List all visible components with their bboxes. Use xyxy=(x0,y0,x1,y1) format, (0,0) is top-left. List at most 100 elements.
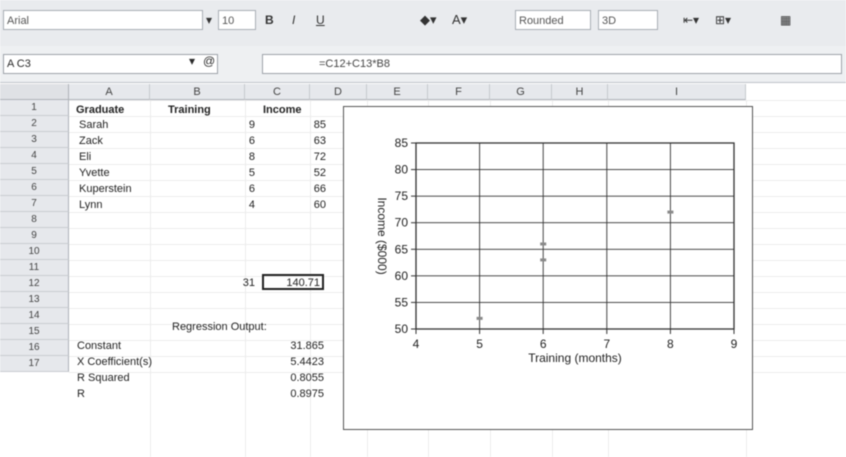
income-cell[interactable]: 72 xyxy=(290,150,326,164)
y-tick-label: 85 xyxy=(395,136,409,150)
graduate-cell[interactable]: Yvette xyxy=(79,166,110,180)
row-header-2[interactable]: 2 xyxy=(0,116,69,132)
formatting-toolbar: Arial ▾ 10 B I U ◆▾ A▾ Rounded 3D ⇤▾ ⊞▾ … xyxy=(0,0,846,47)
namebox-dropdown-icon[interactable]: ▾ xyxy=(189,54,195,68)
graduate-cell[interactable]: Kuperstein xyxy=(79,182,132,196)
header-training: Training xyxy=(168,104,211,116)
graduate-cell[interactable]: Eli xyxy=(79,150,91,164)
underline-button[interactable]: U xyxy=(316,10,325,30)
row-header-4[interactable]: 4 xyxy=(0,148,69,164)
plot-area xyxy=(415,142,735,330)
x-tick-label: 9 xyxy=(731,337,738,351)
x-tick-label: 8 xyxy=(667,337,674,351)
y-tick-label: 75 xyxy=(395,189,409,203)
row-header-13[interactable]: 13 xyxy=(0,292,69,308)
income-cell[interactable]: 63 xyxy=(290,134,326,148)
fill-color-icon[interactable]: ◆▾ xyxy=(420,10,437,30)
regression-label[interactable]: R xyxy=(77,387,85,401)
graduate-cell[interactable]: Sarah xyxy=(79,118,108,132)
column-header-e[interactable]: E xyxy=(367,84,428,100)
border-icon[interactable]: ⊞▾ xyxy=(715,10,731,30)
row-header-16[interactable]: 16 xyxy=(0,340,69,356)
data-point xyxy=(540,258,547,262)
regression-value[interactable]: 31.865 xyxy=(262,339,324,353)
column-gridline xyxy=(150,100,151,457)
font-color-icon[interactable]: A▾ xyxy=(452,10,467,30)
regression-title: Regression Output: xyxy=(172,321,267,333)
income-cell[interactable]: 66 xyxy=(290,182,326,196)
regression-label[interactable]: R Squared xyxy=(77,371,130,385)
regression-label[interactable]: Constant xyxy=(77,339,121,353)
select-all-corner[interactable] xyxy=(0,84,69,100)
graduate-cell[interactable]: Zack xyxy=(79,134,103,148)
income-cell[interactable]: 85 xyxy=(290,118,326,132)
column-header-h[interactable]: H xyxy=(552,84,608,100)
training-cell[interactable]: 6 xyxy=(230,182,255,196)
y-axis-label: Income ($000) xyxy=(375,197,389,274)
row-header-6[interactable]: 6 xyxy=(0,180,69,196)
row-header-3[interactable]: 3 xyxy=(0,132,69,148)
y-tick-label: 70 xyxy=(395,216,409,230)
column-header-f[interactable]: F xyxy=(428,84,490,100)
row-header-7[interactable]: 7 xyxy=(0,196,69,212)
scatter-chart[interactable]: 50 55 60 65 70 75 80 85 4 5 6 7 8 9 Training (months) I… xyxy=(343,106,753,430)
name-box[interactable]: A C3 xyxy=(3,54,218,74)
row-header-12[interactable]: 12 xyxy=(0,276,69,292)
row-header-1[interactable]: 1 xyxy=(0,100,69,116)
row-header-17[interactable]: 17 xyxy=(0,356,69,372)
income-cell[interactable]: 52 xyxy=(290,166,326,180)
income-cell[interactable]: 60 xyxy=(290,198,326,212)
decimals-select[interactable]: 3D xyxy=(598,10,658,30)
italic-button[interactable]: I xyxy=(292,10,295,30)
row-header-10[interactable]: 10 xyxy=(0,244,69,260)
number-format-select[interactable]: Rounded xyxy=(515,10,591,30)
column-header-d[interactable]: D xyxy=(310,84,367,100)
regression-value[interactable]: 5.4423 xyxy=(262,355,324,369)
column-header-g[interactable]: G xyxy=(490,84,552,100)
insert-function-icon[interactable]: @ xyxy=(203,54,215,68)
x-axis-label: Training (months) xyxy=(528,351,622,365)
y-tick-label: 80 xyxy=(395,163,409,177)
row-header-8[interactable]: 8 xyxy=(0,212,69,228)
column-header-b[interactable]: B xyxy=(150,84,245,100)
data-point xyxy=(667,210,674,214)
column-header-i[interactable]: I xyxy=(608,84,746,100)
x-tick-label: 4 xyxy=(413,337,420,351)
column-header-a[interactable]: A xyxy=(69,84,150,100)
indent-icon[interactable]: ⇤▾ xyxy=(683,10,699,30)
regression-label[interactable]: X Coefficient(s) xyxy=(77,355,152,369)
x-tick-label: 7 xyxy=(603,337,610,351)
formula-bar: A C3 ▾ @ =C12+C13*B8 xyxy=(0,46,846,83)
data-point xyxy=(476,316,483,320)
font-size-select[interactable]: 10 xyxy=(218,10,256,30)
bold-button[interactable]: B xyxy=(265,10,274,30)
formula-input[interactable]: =C12+C13*B8 xyxy=(262,54,842,74)
row-header-11[interactable]: 11 xyxy=(0,260,69,276)
training-cell[interactable]: 8 xyxy=(230,150,255,164)
training-cell[interactable]: 6 xyxy=(230,134,255,148)
toolbar-options-icon[interactable]: ▦ xyxy=(780,10,791,30)
y-tick-label: 55 xyxy=(395,295,409,309)
font-dropdown-arrow-icon[interactable]: ▾ xyxy=(206,10,212,30)
row-header-9[interactable]: 9 xyxy=(0,228,69,244)
row-header-15[interactable]: 15 xyxy=(0,324,69,340)
training-cell[interactable]: 4 xyxy=(230,198,255,212)
regression-value[interactable]: 0.8975 xyxy=(262,387,324,401)
header-graduate: Graduate xyxy=(76,104,125,116)
row-header-14[interactable]: 14 xyxy=(0,308,69,324)
row-gridline xyxy=(69,100,846,101)
regression-value[interactable]: 0.8055 xyxy=(262,371,324,385)
row-header-5[interactable]: 5 xyxy=(0,164,69,180)
training-sum-cell[interactable]: 31 xyxy=(230,276,255,290)
training-cell[interactable]: 5 xyxy=(230,166,255,180)
header-income: Income xyxy=(263,104,302,116)
training-cell[interactable]: 9 xyxy=(230,118,255,132)
graduate-cell[interactable]: Lynn xyxy=(79,198,102,212)
y-tick-label: 65 xyxy=(395,242,409,256)
column-header-c[interactable]: C xyxy=(245,84,310,100)
y-tick-label: 60 xyxy=(395,269,409,283)
font-name-select[interactable]: Arial xyxy=(3,10,203,30)
x-tick-label: 5 xyxy=(476,337,483,351)
predicted-income-cell[interactable]: 140.71 xyxy=(262,274,324,290)
chart-plot: 50 55 60 65 70 75 80 85 4 5 6 7 8 9 Training (months) I… xyxy=(375,136,738,365)
